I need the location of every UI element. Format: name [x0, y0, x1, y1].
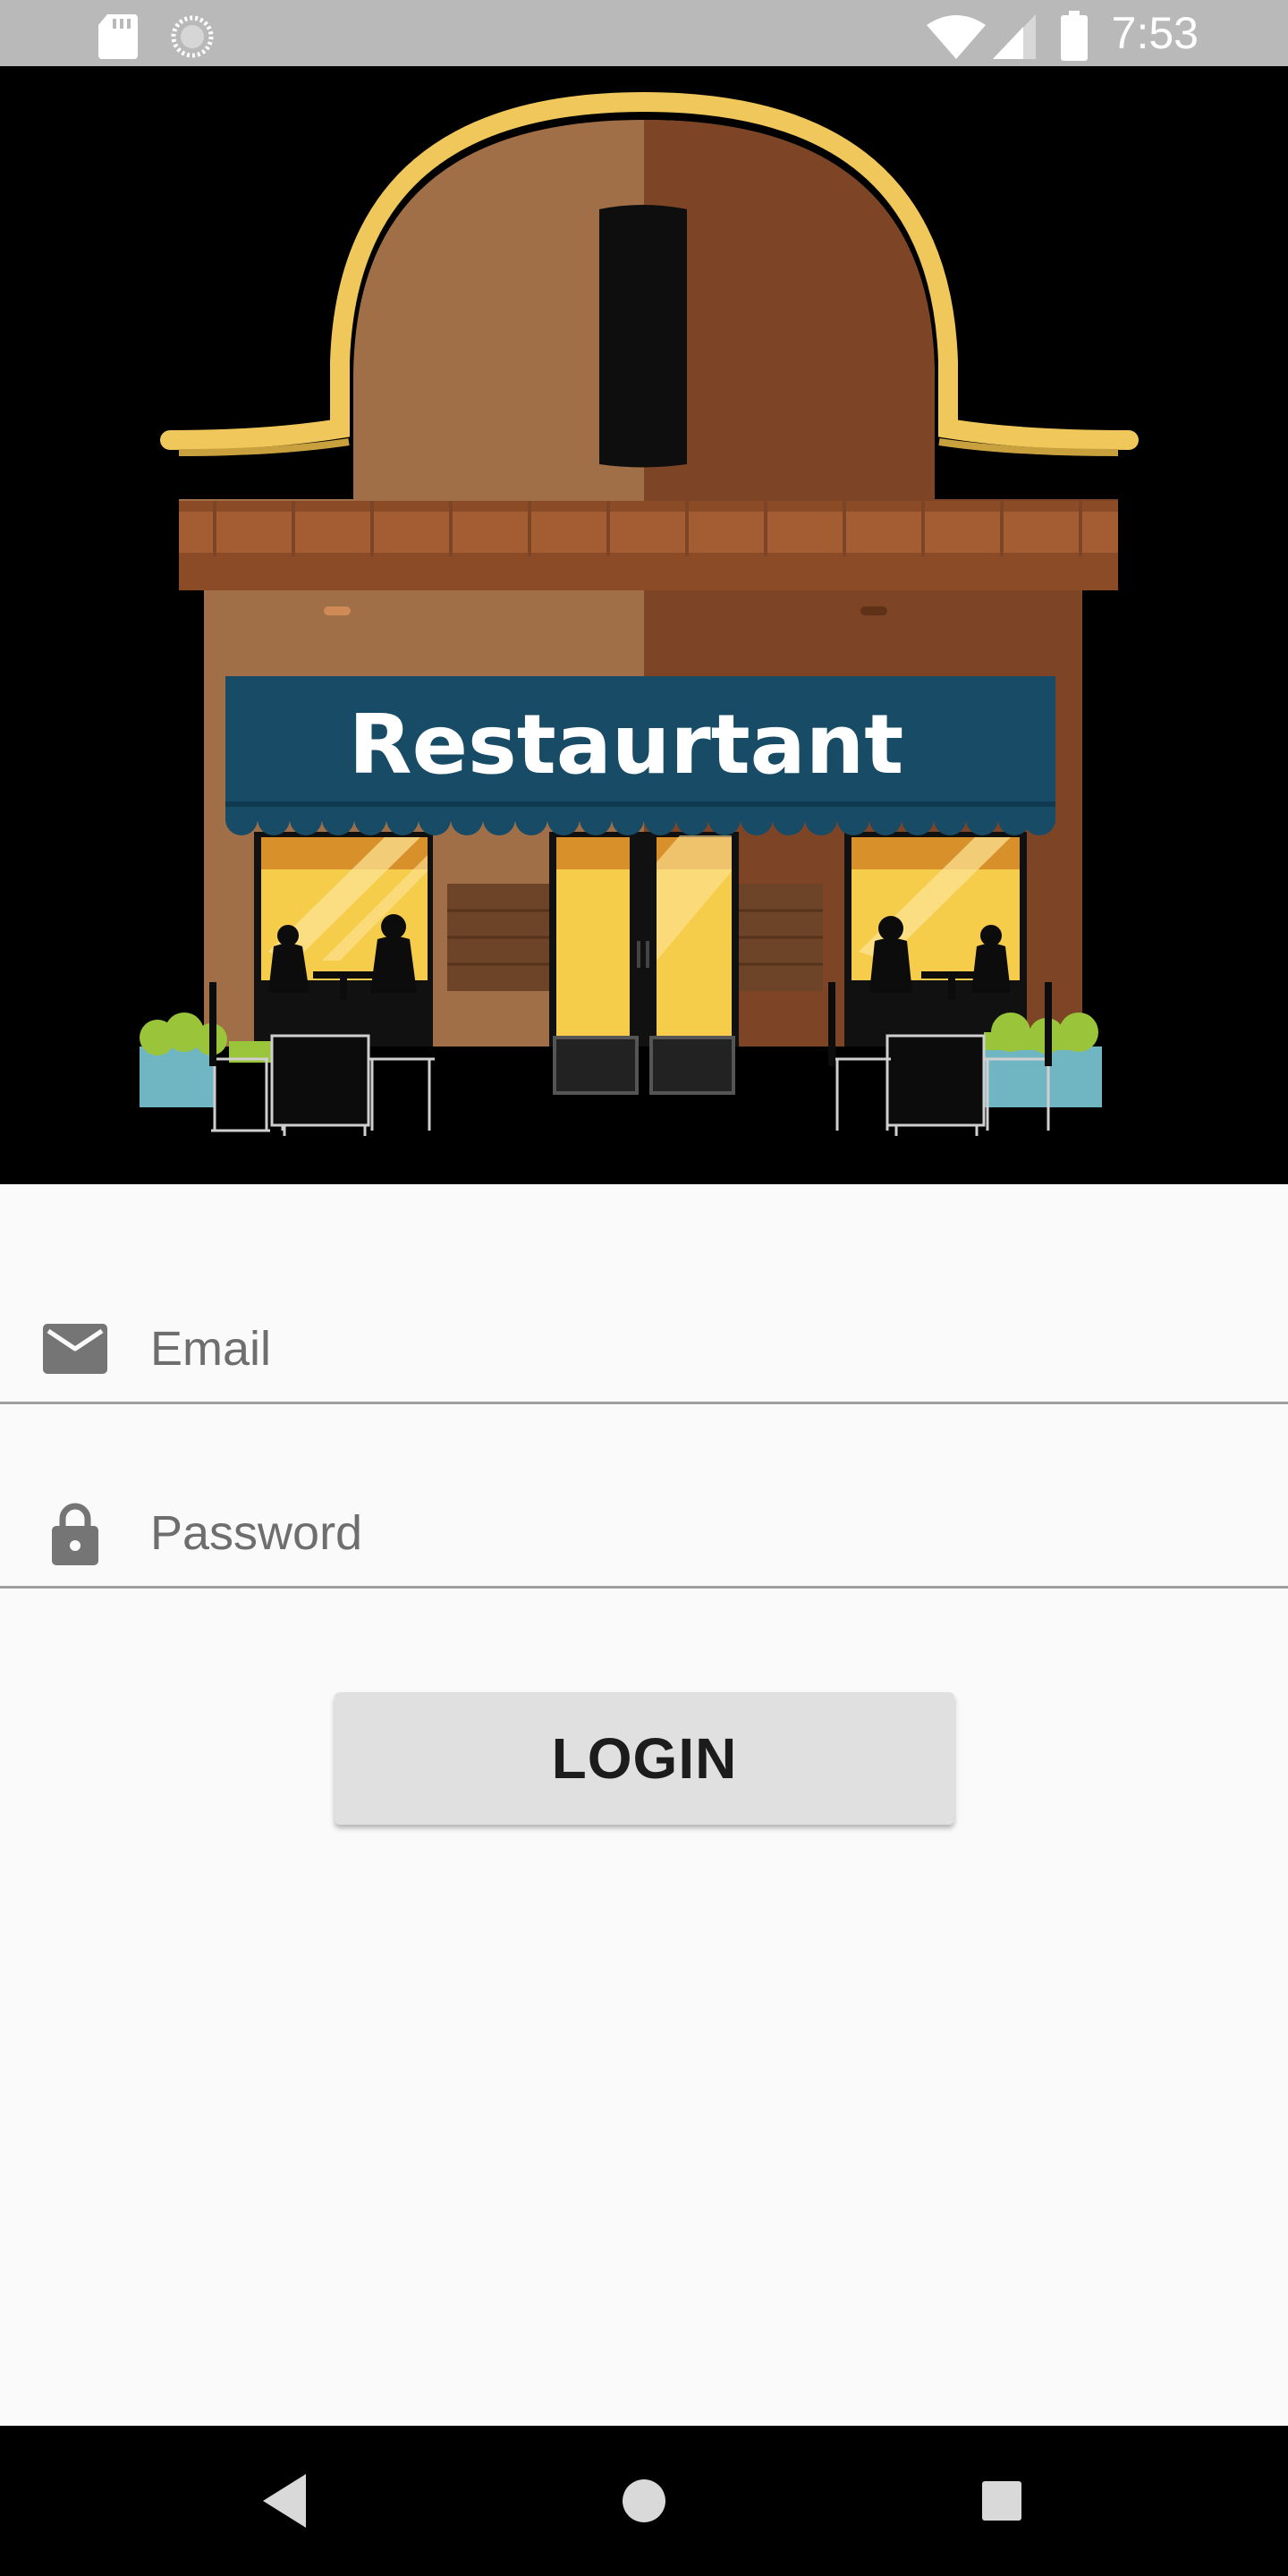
battery-icon	[1061, 11, 1088, 61]
sync-icon	[171, 15, 214, 58]
navigation-bar	[0, 2426, 1288, 2576]
sd-card-icon	[98, 14, 138, 59]
lock-icon	[52, 1503, 98, 1565]
home-icon[interactable]	[612, 2469, 676, 2533]
restaurant-sign-text: Restaurtant	[349, 697, 903, 792]
login-button[interactable]: LOGIN	[335, 1692, 954, 1825]
password-field[interactable]: Password	[0, 1472, 1288, 1589]
wifi-icon	[927, 15, 986, 59]
recents-icon[interactable]	[970, 2469, 1034, 2533]
email-icon	[43, 1324, 107, 1374]
cell-signal-icon	[993, 14, 1036, 59]
status-time: 7:53	[1111, 8, 1199, 58]
restaurant-illustration: Restaurtant	[0, 66, 1288, 1184]
status-bar: 7:53	[0, 0, 1288, 66]
back-icon[interactable]	[254, 2469, 318, 2533]
email-input[interactable]: Email	[150, 1308, 1224, 1390]
email-field[interactable]: Email	[0, 1288, 1288, 1404]
login-screen: 7:53 Restaurtant Email Password LOGIN	[0, 0, 1288, 2576]
password-input[interactable]: Password	[150, 1492, 1224, 1574]
